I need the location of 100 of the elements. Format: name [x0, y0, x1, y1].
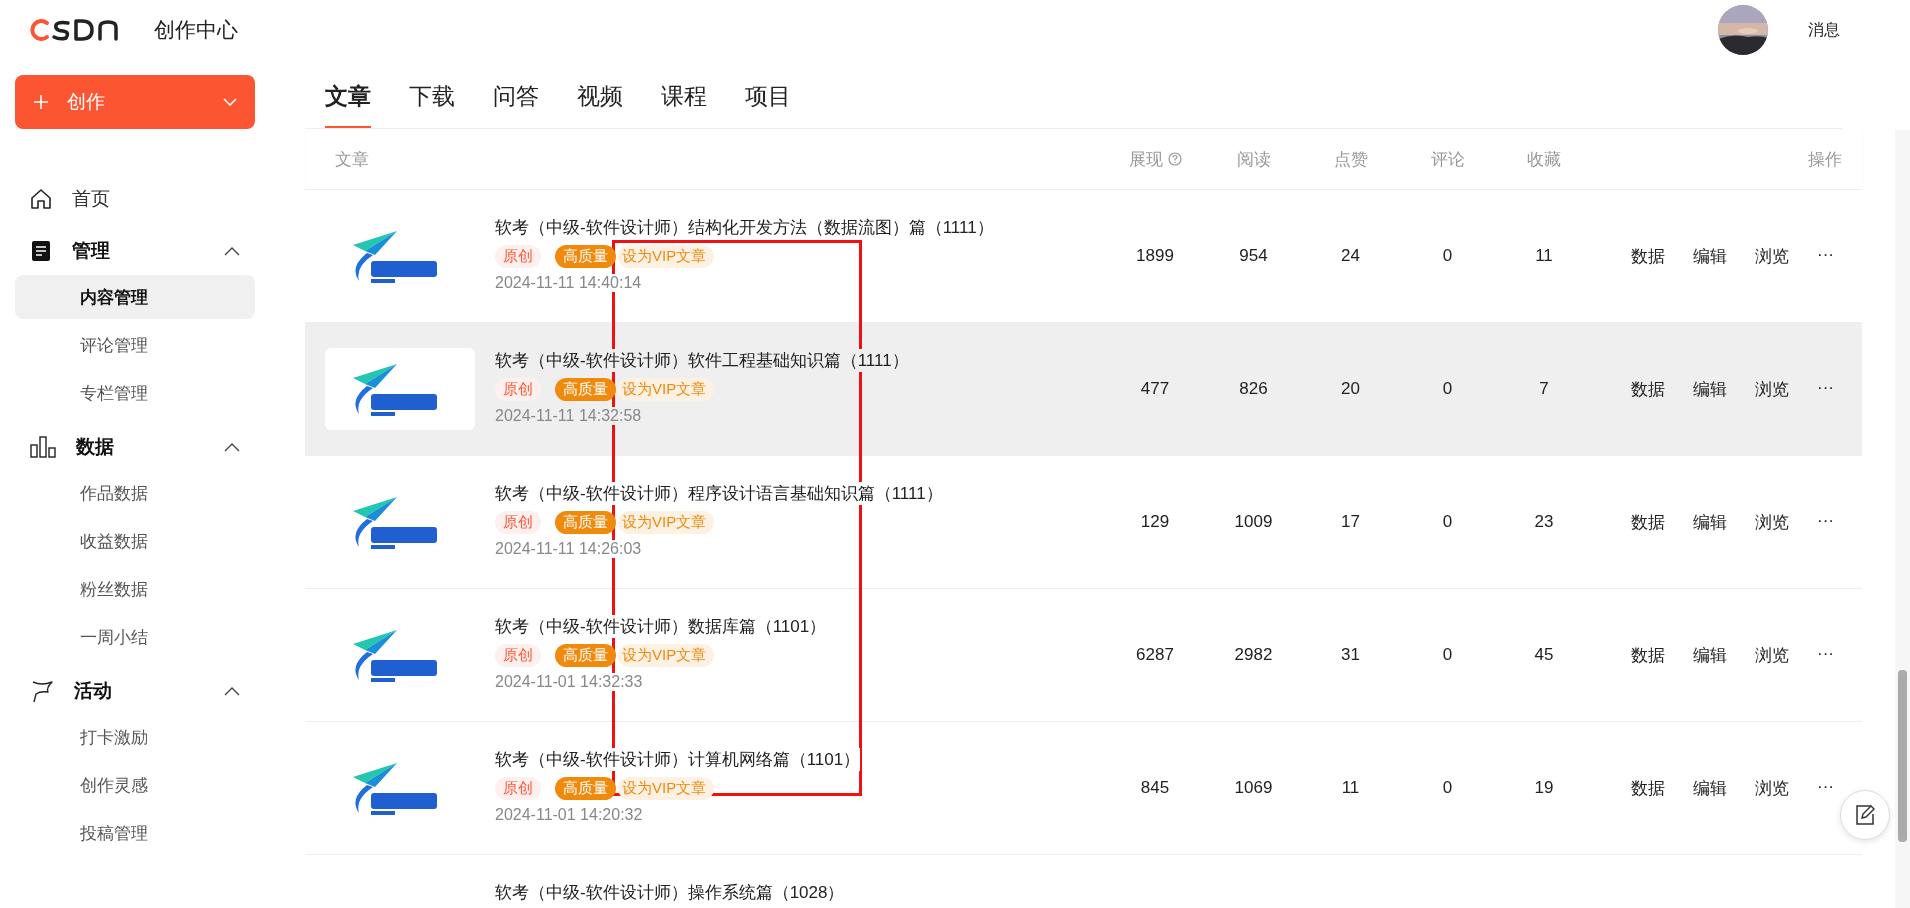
- article-tag: 原创: [495, 245, 541, 268]
- column-header: 收藏: [1526, 148, 1562, 171]
- nav-group-header[interactable]: 管理: [30, 235, 240, 267]
- article-tag: 高质量: [555, 245, 616, 268]
- table-cell-text: 0: [1441, 645, 1454, 665]
- table-cell-text: 11: [1534, 246, 1554, 266]
- table-cell-text: 2982: [1233, 645, 1274, 665]
- action-link[interactable]: 编辑: [1693, 643, 1727, 667]
- edit-icon: [1854, 804, 1876, 826]
- table-cell-text: 7: [1538, 379, 1550, 399]
- article-title[interactable]: 软考（中级-软件设计师）计算机网络篇（1101）: [495, 748, 861, 771]
- sidebar-item[interactable]: 作品数据: [15, 471, 255, 515]
- nav-group-header[interactable]: 数据: [30, 431, 240, 463]
- chevron-up-icon: [224, 686, 240, 696]
- action-link[interactable]: 编辑: [1693, 244, 1727, 268]
- flag-icon: [30, 679, 54, 703]
- table-cell-text: 24: [1340, 246, 1361, 266]
- action-link[interactable]: 浏览: [1755, 643, 1789, 667]
- article-row[interactable]: 软考（中级-软件设计师）软件工程基础知识篇（1111） 原创 高质量 设为VIP文章 2024-11-11 14:32:58 477 826 20 0 7 数据 编辑 浏览 ···: [305, 323, 1862, 456]
- chevron-up-icon: [224, 246, 240, 256]
- table-cell-text: 1899: [1135, 246, 1175, 266]
- sidebar-item[interactable]: 评论管理: [15, 323, 255, 367]
- table-cell-text: 11: [1340, 778, 1361, 798]
- table-cell-text: 19: [1533, 778, 1555, 798]
- action-link[interactable]: ···: [1817, 244, 1834, 268]
- column-header: 文章: [334, 148, 370, 171]
- publish-date: 2024-11-11 14:26:03: [495, 540, 642, 558]
- bar-chart-icon: [30, 436, 56, 458]
- table-cell-text: 1009: [1233, 512, 1274, 532]
- action-link[interactable]: 数据: [1631, 776, 1665, 800]
- table-cell-text: 31: [1340, 645, 1361, 665]
- table-cell-text: 845: [1139, 778, 1171, 798]
- action-link[interactable]: ···: [1817, 776, 1834, 800]
- sidebar-item[interactable]: 创作灵感: [15, 763, 255, 807]
- column-header: 评论: [1429, 148, 1466, 171]
- action-link[interactable]: ···: [1817, 377, 1834, 401]
- sidebar-item[interactable]: 内容管理: [15, 275, 255, 319]
- publish-date: 2024-11-11 14:32:58: [495, 407, 642, 425]
- tab[interactable]: 项目: [745, 81, 791, 128]
- action-link[interactable]: 数据: [1631, 244, 1665, 268]
- sidebar-item[interactable]: 打卡激励: [15, 715, 255, 759]
- article-tag: 高质量: [555, 378, 616, 401]
- tab[interactable]: 视频: [577, 81, 623, 128]
- sidebar-item[interactable]: 专栏管理: [15, 371, 255, 415]
- home-icon: [30, 188, 52, 210]
- sidebar-item[interactable]: 收益数据: [15, 519, 255, 563]
- table-cell-text: 0: [1441, 246, 1454, 266]
- nav-group-header[interactable]: 活动: [30, 675, 240, 707]
- column-header: 点赞: [1332, 148, 1369, 171]
- article-tag: 原创: [495, 644, 541, 667]
- table-cell-text: 1069: [1233, 778, 1274, 798]
- column-header: 阅读: [1235, 148, 1272, 171]
- article-tag: 高质量: [555, 777, 616, 800]
- table-cell-text: 17: [1340, 512, 1361, 532]
- action-link[interactable]: 数据: [1631, 377, 1665, 401]
- action-link[interactable]: 编辑: [1693, 510, 1727, 534]
- article-tag: 原创: [495, 511, 541, 534]
- action-link[interactable]: 浏览: [1755, 776, 1789, 800]
- action-link[interactable]: 数据: [1631, 643, 1665, 667]
- publish-date: 2024-11-01 14:32:33: [495, 673, 643, 691]
- tab[interactable]: 文章: [325, 81, 371, 128]
- sidebar-item[interactable]: 粉丝数据: [15, 567, 255, 611]
- paper-plane-logo-icon: [325, 348, 475, 430]
- action-link[interactable]: 浏览: [1755, 510, 1789, 534]
- table-cell-text: 0: [1441, 379, 1454, 399]
- action-link[interactable]: 编辑: [1693, 776, 1727, 800]
- table-cell-text: 20: [1340, 379, 1361, 399]
- tab[interactable]: 下载: [409, 81, 455, 128]
- action-link[interactable]: 编辑: [1693, 377, 1727, 401]
- table-cell-text: 0: [1441, 512, 1454, 532]
- sidebar-item[interactable]: 一周小结: [15, 615, 255, 659]
- article-tag: 高质量: [555, 644, 616, 667]
- table-cell-text: 954: [1238, 246, 1269, 266]
- action-link[interactable]: 浏览: [1755, 377, 1789, 401]
- sidebar-item[interactable]: 投稿管理: [15, 811, 255, 855]
- table-cell-text: 23: [1533, 512, 1555, 532]
- action-link[interactable]: ···: [1817, 510, 1834, 534]
- article-tag: 原创: [495, 777, 541, 800]
- table-cell-text: 129: [1139, 512, 1171, 532]
- action-link[interactable]: 浏览: [1755, 244, 1789, 268]
- table-cell-text: 826: [1238, 379, 1269, 399]
- column-header: 展现: [1105, 147, 1205, 171]
- tab[interactable]: 问答: [493, 81, 539, 128]
- messages-link[interactable]: 消息: [1808, 19, 1840, 41]
- document-icon: [30, 240, 52, 262]
- brand-title: 创作中心: [154, 17, 238, 43]
- tab[interactable]: 课程: [661, 81, 707, 128]
- plus-icon: [33, 94, 49, 110]
- table-cell-text: 6287: [1135, 645, 1175, 665]
- action-link[interactable]: 数据: [1631, 510, 1665, 534]
- nav-group-header[interactable]: 首页: [30, 183, 240, 215]
- article-tag: 高质量: [555, 511, 616, 534]
- chevron-down-icon: [223, 98, 237, 106]
- table-cell-text: 45: [1533, 645, 1555, 665]
- table-cell-text: 477: [1139, 379, 1171, 399]
- chevron-up-icon: [224, 442, 240, 452]
- help-icon: [1167, 152, 1182, 166]
- table-cell-text: 0: [1441, 778, 1454, 798]
- column-header: 操作: [1807, 148, 1843, 171]
- action-link[interactable]: ···: [1817, 643, 1834, 667]
